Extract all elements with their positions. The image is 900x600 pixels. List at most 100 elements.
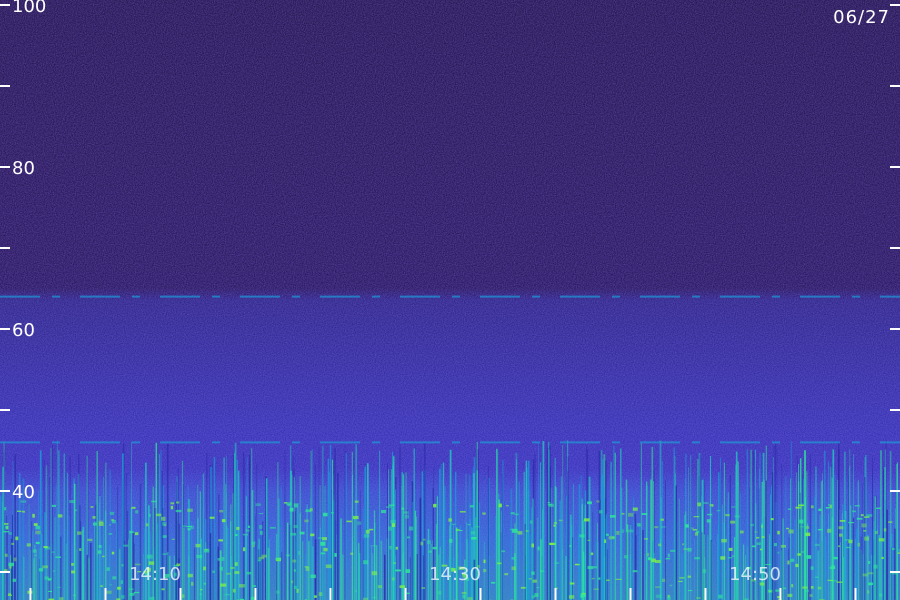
- signal-speck: [657, 543, 662, 547]
- signal-speck: [510, 512, 515, 515]
- signal-speck: [720, 556, 726, 560]
- signal-speck: [788, 529, 794, 534]
- signal-speck: [230, 567, 235, 569]
- signal-speck: [402, 511, 409, 514]
- signal-speck: [203, 566, 206, 571]
- signal-speck: [226, 572, 231, 575]
- signal-speck: [716, 510, 721, 512]
- signal-speck: [520, 586, 526, 589]
- spectrogram-chart: 40 60 80 100 14:10 14:30 14:50 06/27: [0, 0, 900, 600]
- signal-speck: [71, 563, 74, 566]
- signal-speck: [814, 543, 820, 547]
- signal-speck: [817, 529, 823, 531]
- signal-speck: [547, 502, 551, 504]
- signal-speck: [459, 530, 463, 532]
- signal-speck: [32, 549, 37, 553]
- signal-speck: [199, 593, 202, 596]
- signal-speck: [245, 529, 250, 532]
- signal-speck: [621, 512, 625, 515]
- signal-speck: [323, 512, 328, 517]
- signal-speck: [102, 555, 105, 558]
- signal-speck: [553, 524, 556, 527]
- signal-speck: [839, 520, 846, 522]
- signal-speck: [553, 522, 558, 524]
- signal-speck: [129, 593, 135, 596]
- signal-speck: [874, 531, 878, 535]
- signal-speck: [13, 557, 17, 562]
- signal-speck: [52, 570, 56, 572]
- signal-speck: [276, 590, 280, 594]
- signal-speck: [259, 525, 263, 529]
- signal-speck: [525, 530, 529, 532]
- signal-speck: [395, 546, 398, 550]
- signal-speck: [661, 578, 666, 582]
- signal-speck: [422, 538, 426, 541]
- signal-speck: [331, 511, 334, 514]
- signal-speck: [491, 581, 496, 584]
- signal-speck: [593, 588, 599, 590]
- signal-speck: [170, 505, 174, 510]
- signal-speck: [407, 536, 411, 539]
- signal-speck: [220, 583, 227, 587]
- signal-speck: [219, 566, 223, 571]
- signal-speck: [574, 563, 580, 566]
- signal-speck: [370, 545, 377, 547]
- signal-speck: [239, 584, 245, 588]
- signal-speck: [35, 541, 40, 545]
- signal-speck: [161, 516, 166, 521]
- signal-speck: [106, 567, 110, 571]
- signal-speck: [598, 577, 601, 580]
- signal-speck: [881, 556, 884, 559]
- signal-speck: [599, 510, 603, 514]
- signal-speck: [448, 518, 452, 522]
- signal-speck: [314, 595, 317, 598]
- signal-speck: [579, 534, 585, 538]
- signal-speck: [421, 587, 425, 589]
- signal-speck: [528, 578, 532, 580]
- signal-speck: [536, 587, 540, 589]
- signal-speck: [511, 566, 516, 571]
- signal-speck: [692, 529, 697, 531]
- signal-speck: [363, 560, 369, 565]
- signal-speck: [391, 523, 396, 527]
- signal-speck: [809, 594, 813, 597]
- signal-speck: [459, 511, 466, 513]
- signal-speck: [655, 560, 661, 563]
- signal-speck: [839, 533, 843, 537]
- signal-speck: [151, 500, 157, 503]
- signal-speck: [787, 508, 792, 510]
- signal-speck: [795, 563, 799, 568]
- signal-speck: [687, 548, 692, 552]
- signal-speck: [761, 536, 765, 538]
- signal-speck: [810, 586, 814, 589]
- signal-speck: [92, 516, 96, 519]
- signal-speck: [655, 586, 661, 588]
- signal-speck: [38, 568, 44, 572]
- signal-speck: [69, 500, 75, 504]
- signal-speck: [203, 582, 206, 585]
- signal-speck: [393, 562, 396, 564]
- signal-speck: [55, 556, 61, 558]
- signal-speck: [381, 510, 386, 514]
- signal-speck: [219, 510, 224, 513]
- signal-speck: [320, 541, 326, 546]
- signal-speck: [3, 531, 10, 533]
- signal-speck: [291, 580, 294, 584]
- signal-speck: [891, 548, 895, 551]
- signal-speck: [569, 544, 572, 548]
- signal-speck: [120, 595, 125, 599]
- signal-speck: [702, 569, 707, 574]
- signal-speck: [697, 502, 701, 507]
- signal-speck: [15, 536, 19, 541]
- signal-speck: [221, 557, 225, 561]
- signal-speck: [568, 595, 575, 599]
- signal-speck: [162, 535, 167, 538]
- signal-speck: [121, 564, 124, 567]
- signal-speck: [128, 588, 134, 590]
- signal-speck: [298, 551, 301, 555]
- signal-speck: [703, 502, 709, 504]
- signal-speck: [369, 528, 374, 531]
- signal-speck: [11, 542, 14, 545]
- signal-speck: [428, 550, 432, 553]
- signal-speck: [364, 534, 370, 538]
